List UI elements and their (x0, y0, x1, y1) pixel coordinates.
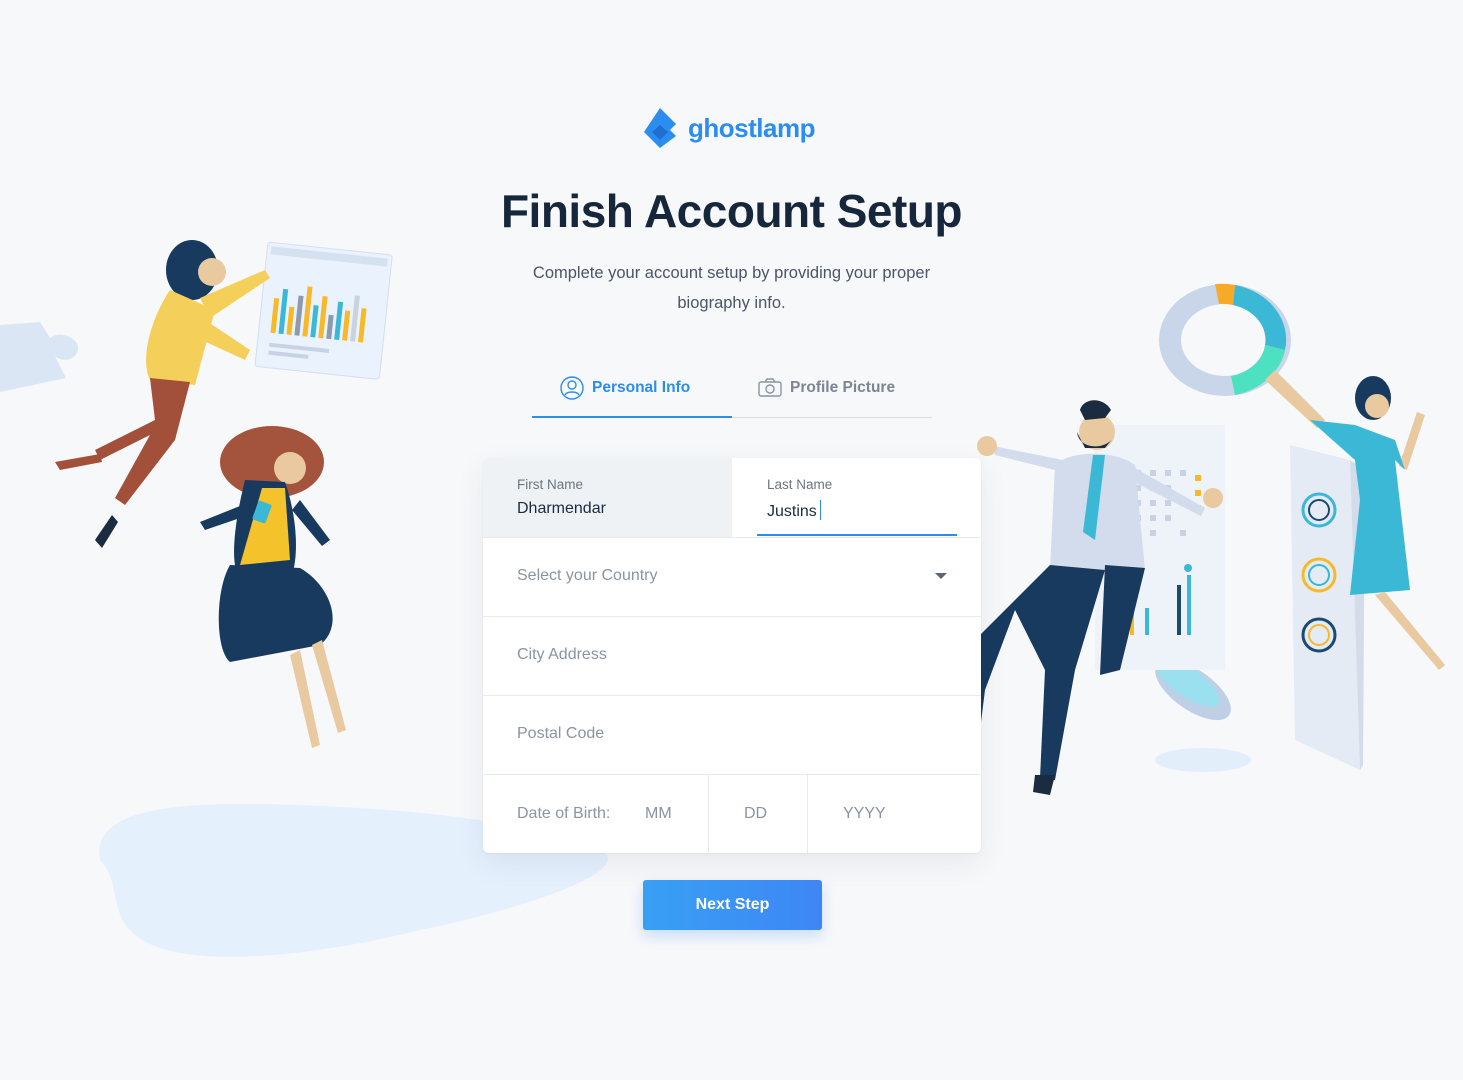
date-of-birth-row: Date of Birth: MM DD YYYY (483, 774, 981, 853)
tab-profile-picture-label: Profile Picture (790, 379, 896, 396)
postal-code-field[interactable]: Postal Code (483, 695, 981, 774)
first-name-label: First Name (517, 477, 584, 492)
camera-icon (758, 378, 782, 397)
next-step-button[interactable]: Next Step (643, 880, 822, 930)
postal-code-placeholder: Postal Code (517, 725, 605, 742)
chart-board (254, 241, 393, 380)
tab-personal-info-label: Personal Info (592, 379, 691, 396)
brand-logo[interactable]: ghostlamp (640, 106, 815, 150)
dob-month-field[interactable]: MM (645, 805, 672, 823)
country-select[interactable]: Select your Country (483, 537, 981, 616)
user-icon (560, 376, 584, 400)
first-name-value: Dharmendar (517, 500, 606, 517)
right-illustration (965, 283, 1445, 795)
last-name-input: Justins (767, 500, 822, 521)
tab-profile-picture[interactable]: Profile Picture (758, 360, 895, 416)
dob-divider (708, 775, 709, 853)
brand-name: ghostlamp (688, 112, 815, 143)
personal-info-form: First Name Dharmendar Last Name Justins … (483, 458, 981, 853)
dob-day-field[interactable]: DD (744, 805, 767, 823)
dob-label: Date of Birth: (517, 805, 611, 822)
setup-tabs: Personal Info Profile Picture (532, 360, 932, 418)
city-address-field[interactable]: City Address (483, 616, 981, 695)
city-address-placeholder: City Address (517, 646, 607, 663)
woman-with-phone (200, 426, 346, 748)
focus-underline (757, 534, 957, 536)
active-tab-indicator (532, 416, 732, 418)
country-placeholder: Select your Country (517, 567, 658, 584)
ghostlamp-logo-icon (644, 108, 676, 148)
dob-divider (807, 775, 808, 853)
dob-year-field[interactable]: YYYY (843, 805, 886, 823)
last-name-label: Last Name (767, 477, 833, 492)
last-name-field[interactable]: Last Name Justins (733, 458, 981, 537)
puzzle-piece-icon (0, 322, 79, 392)
page-title: Finish Account Setup (500, 185, 963, 237)
woman-holding-chart (55, 240, 270, 548)
text-cursor (819, 500, 822, 520)
page-subtitle: Complete your account setup by providing… (532, 264, 931, 312)
left-illustration (0, 240, 608, 957)
chevron-down-icon (935, 573, 947, 579)
tab-personal-info[interactable]: Personal Info (560, 360, 690, 416)
last-name-value: Justins (767, 503, 817, 520)
metrics-panel (1290, 445, 1365, 770)
name-row: First Name Dharmendar Last Name Justins (483, 458, 981, 537)
first-name-field[interactable]: First Name Dharmendar (483, 458, 732, 537)
